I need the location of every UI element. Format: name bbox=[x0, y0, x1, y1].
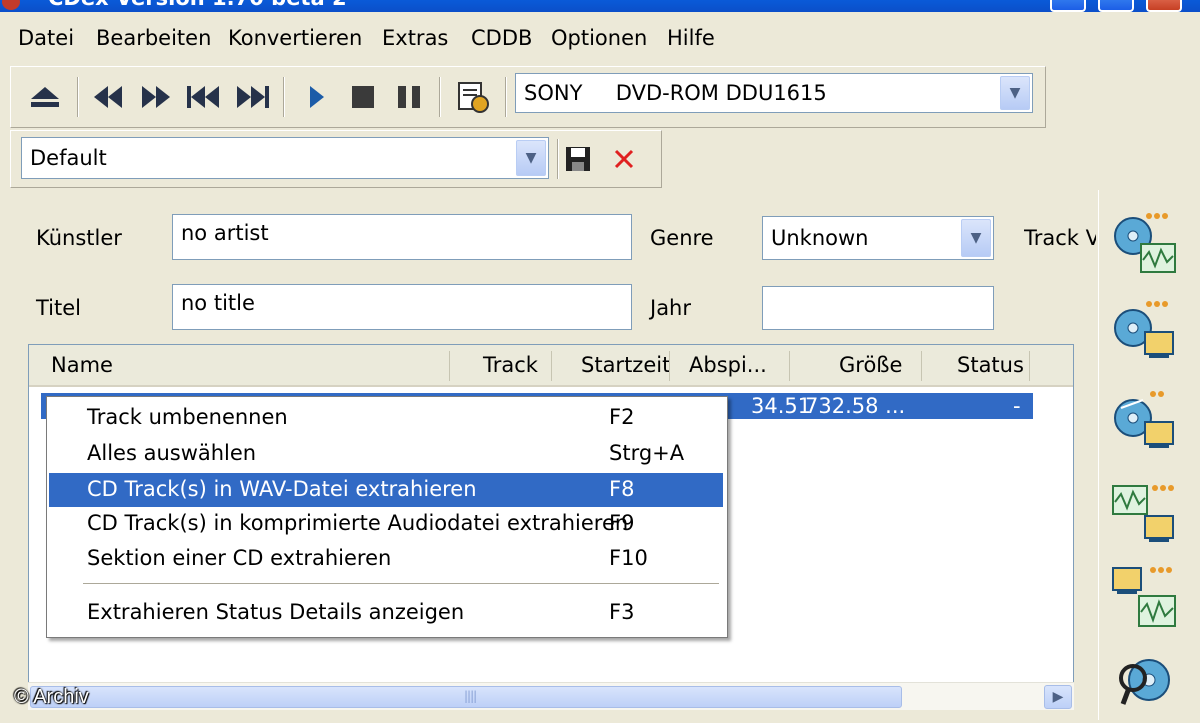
artist-label: Künstler bbox=[36, 226, 122, 250]
column-header-track[interactable]: Track bbox=[483, 353, 538, 377]
menu-item-shortcut: Strg+A bbox=[609, 441, 685, 465]
drive-select[interactable]: SONY DVD-ROM DDU1615 ▼ bbox=[515, 73, 1033, 113]
close-window-button[interactable] bbox=[1146, 0, 1182, 12]
cell-playtime: 34.51 bbox=[751, 394, 812, 418]
menu-item-status-details[interactable]: Extrahieren Status Details anzeigen F3 bbox=[49, 596, 723, 630]
next-track-icon[interactable] bbox=[231, 81, 273, 113]
menu-datei[interactable]: Datei bbox=[18, 26, 74, 50]
menu-item-label: CD Track(s) in komprimierte Audiodatei e… bbox=[87, 511, 629, 535]
menu-item-label: Track umbenennen bbox=[87, 405, 288, 429]
delete-icon[interactable] bbox=[609, 143, 639, 175]
chevron-down-icon[interactable]: ▼ bbox=[961, 219, 991, 257]
menu-item-shortcut: F10 bbox=[609, 546, 648, 570]
menu-extras[interactable]: Extras bbox=[382, 26, 448, 50]
artist-field-value: no artist bbox=[181, 221, 269, 245]
menu-item-shortcut: F8 bbox=[609, 477, 635, 501]
wav-to-compressed-icon[interactable] bbox=[1109, 480, 1181, 550]
context-menu: Track umbenennen F2 Alles auswählen Strg… bbox=[46, 396, 728, 638]
drive-select-value: SONY DVD-ROM DDU1615 bbox=[524, 81, 827, 105]
action-panel bbox=[1098, 190, 1200, 720]
cd-section-icon[interactable] bbox=[1109, 386, 1181, 456]
menu-cddb[interactable]: CDDB bbox=[471, 26, 532, 50]
archive-watermark: © Archiv bbox=[14, 686, 89, 708]
scroll-right-button[interactable]: ▶ bbox=[1044, 685, 1072, 709]
menu-item-label: CD Track(s) in WAV-Datei extrahieren bbox=[87, 477, 477, 501]
rewind-icon[interactable] bbox=[87, 81, 129, 113]
horizontal-scrollbar[interactable]: |||| ▶ bbox=[28, 682, 1074, 710]
menu-bar: Datei Bearbeiten Konvertieren Extras CDD… bbox=[0, 12, 1200, 64]
menu-optionen[interactable]: Optionen bbox=[551, 26, 647, 50]
stop-icon[interactable] bbox=[345, 81, 381, 113]
menu-item-shortcut: F9 bbox=[609, 511, 635, 535]
menu-item-select-all[interactable]: Alles auswählen Strg+A bbox=[49, 437, 723, 471]
menu-item-rename-track[interactable]: Track umbenennen F2 bbox=[49, 401, 723, 435]
menu-item-shortcut: F3 bbox=[609, 600, 635, 624]
menu-konvertieren[interactable]: Konvertieren bbox=[228, 26, 362, 50]
menu-bearbeiten[interactable]: Bearbeiten bbox=[96, 26, 211, 50]
window-title: CDex Version 1.70 beta 2 bbox=[48, 0, 347, 10]
profile-select-value: Default bbox=[30, 146, 107, 170]
artist-field[interactable]: no artist bbox=[172, 214, 632, 260]
prev-track-icon[interactable] bbox=[183, 81, 225, 113]
menu-item-label: Alles auswählen bbox=[87, 441, 257, 465]
cell-status: - bbox=[1013, 394, 1021, 418]
title-bar: CDex Version 1.70 beta 2 bbox=[0, 0, 1200, 12]
title-label: Titel bbox=[36, 296, 82, 320]
profile-select[interactable]: Default ▼ bbox=[21, 137, 549, 179]
fast-forward-icon[interactable] bbox=[135, 81, 177, 113]
cell-size: 732.58 ... bbox=[805, 394, 906, 418]
grip-icon: |||| bbox=[464, 689, 477, 703]
app-icon bbox=[2, 0, 20, 10]
menu-item-extract-section[interactable]: Sektion einer CD extrahieren F10 bbox=[49, 542, 723, 576]
track-list-header: Name Track Startzeit Abspi... Größe Stat… bbox=[29, 345, 1073, 387]
eject-icon[interactable] bbox=[25, 81, 65, 113]
track-label: Track V bbox=[1024, 226, 1096, 250]
cd-search-icon[interactable] bbox=[1109, 648, 1181, 718]
column-header-size[interactable]: Größe bbox=[839, 353, 902, 377]
genre-select-value: Unknown bbox=[771, 226, 869, 250]
cd-info-icon[interactable] bbox=[453, 79, 493, 115]
play-icon[interactable] bbox=[299, 81, 335, 113]
column-header-playtime[interactable]: Abspi... bbox=[689, 353, 767, 377]
column-header-name[interactable]: Name bbox=[51, 353, 113, 377]
menu-item-label: Sektion einer CD extrahieren bbox=[87, 546, 392, 570]
year-field[interactable] bbox=[762, 286, 994, 330]
track-label-clip: Track V bbox=[1024, 226, 1096, 256]
menu-item-extract-wav[interactable]: CD Track(s) in WAV-Datei extrahieren F8 bbox=[49, 473, 723, 507]
chevron-down-icon[interactable]: ▼ bbox=[1000, 76, 1030, 110]
save-icon[interactable] bbox=[561, 143, 595, 175]
chevron-down-icon[interactable]: ▼ bbox=[516, 140, 546, 176]
profile-toolbar: Default ▼ bbox=[10, 130, 662, 188]
column-header-status[interactable]: Status bbox=[957, 353, 1024, 377]
year-label: Jahr bbox=[650, 296, 692, 320]
minimize-button[interactable] bbox=[1050, 0, 1086, 12]
title-field-value: no title bbox=[181, 291, 255, 315]
cd-to-wav-icon[interactable] bbox=[1109, 208, 1181, 278]
menu-item-shortcut: F2 bbox=[609, 405, 635, 429]
title-field[interactable]: no title bbox=[172, 284, 632, 330]
cd-to-compressed-icon[interactable] bbox=[1109, 296, 1181, 366]
column-header-startzeit[interactable]: Startzeit bbox=[581, 353, 670, 377]
genre-select[interactable]: Unknown ▼ bbox=[762, 216, 994, 260]
maximize-button[interactable] bbox=[1098, 0, 1134, 12]
compressed-to-wav-icon[interactable] bbox=[1109, 562, 1181, 632]
transport-toolbar: SONY DVD-ROM DDU1615 ▼ bbox=[10, 66, 1046, 128]
menu-hilfe[interactable]: Hilfe bbox=[667, 26, 715, 50]
pause-icon[interactable] bbox=[391, 81, 427, 113]
menu-item-extract-compressed[interactable]: CD Track(s) in komprimierte Audiodatei e… bbox=[49, 507, 723, 541]
menu-item-label: Extrahieren Status Details anzeigen bbox=[87, 600, 465, 624]
genre-label: Genre bbox=[650, 226, 714, 250]
menu-separator bbox=[83, 583, 719, 585]
